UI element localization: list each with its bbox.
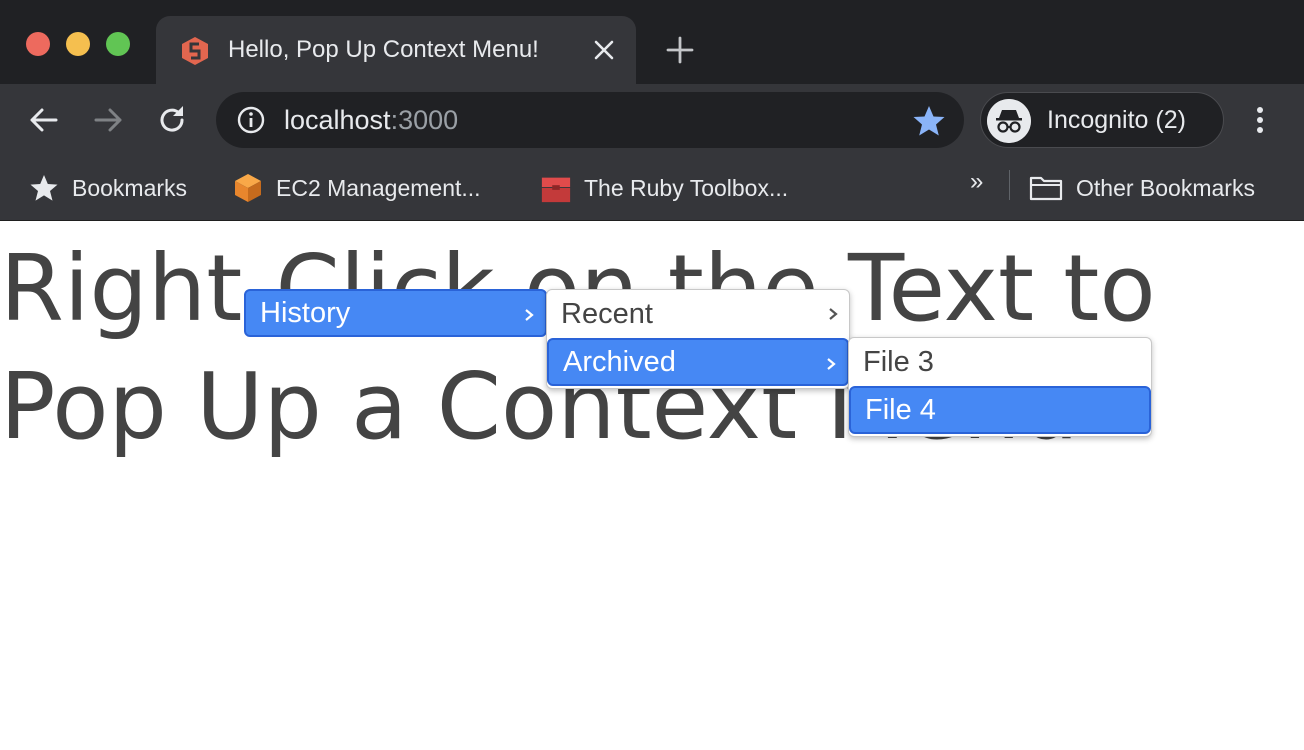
new-tab-plus-icon[interactable] [664, 34, 696, 66]
context-menu-level-2: Recent Archived [546, 289, 850, 389]
chevron-right-icon [525, 309, 534, 321]
incognito-profile-button[interactable]: Incognito (2) [980, 92, 1224, 148]
reload-icon[interactable] [154, 102, 190, 138]
more-menu-icon[interactable] [1244, 102, 1276, 138]
bookmark-item-ruby-toolbox[interactable]: The Ruby Toolbox... [540, 168, 788, 208]
menu-item-label: File 3 [863, 345, 934, 378]
browser-toolbar: localhost:3000 Incognito (2) [0, 84, 1304, 156]
bookmark-star-icon[interactable] [912, 104, 946, 138]
menu-item-label: History [260, 296, 351, 329]
window-minimize-button[interactable] [66, 32, 90, 56]
browser-tab-active[interactable]: Hello, Pop Up Context Menu! [156, 16, 636, 84]
back-arrow-icon[interactable] [26, 102, 62, 138]
menu-item-label: Archived [563, 345, 676, 378]
window-close-button[interactable] [26, 32, 50, 56]
url-port: :3000 [390, 105, 459, 135]
forward-arrow-icon[interactable] [90, 102, 126, 138]
address-url[interactable]: localhost:3000 [284, 105, 458, 136]
chevron-right-icon [827, 358, 836, 370]
tab-title: Hello, Pop Up Context Menu! [228, 36, 539, 63]
menu-item-recent[interactable]: Recent [547, 290, 849, 338]
menu-item-file-4[interactable]: File 4 [849, 386, 1151, 434]
bookmark-label: Other Bookmarks [1076, 174, 1255, 201]
bookmark-item-ec2[interactable]: EC2 Management... [232, 168, 481, 208]
context-menu-level-3: File 3 File 4 [848, 337, 1152, 437]
bookmark-label: The Ruby Toolbox... [584, 174, 789, 201]
address-bar[interactable]: localhost:3000 [216, 92, 964, 148]
menu-item-label: Recent [561, 297, 653, 330]
star-icon [30, 175, 58, 201]
browser-titlebar: Hello, Pop Up Context Menu! [0, 0, 1304, 84]
menu-item-archived[interactable]: Archived [547, 338, 849, 386]
bookmarks-bar: Bookmarks EC2 Management... The Ruby Too… [0, 156, 1304, 221]
bookmarks-overflow-button[interactable]: » [970, 168, 983, 196]
profile-label: Incognito (2) [1047, 106, 1186, 134]
incognito-avatar-icon [987, 99, 1031, 143]
context-menu-level-1: History [244, 289, 547, 340]
bookmark-item-bookmarks[interactable]: Bookmarks [28, 168, 187, 208]
bookmark-label: Bookmarks [72, 174, 188, 201]
aws-cube-icon [235, 174, 261, 202]
tab-close-icon[interactable] [592, 38, 616, 62]
bookmark-item-other[interactable]: Other Bookmarks [1028, 168, 1255, 208]
chevron-right-icon [829, 308, 838, 320]
window-maximize-button[interactable] [106, 32, 130, 56]
toolbox-icon [541, 177, 571, 203]
site-info-icon[interactable] [236, 105, 266, 135]
folder-icon [1029, 176, 1063, 201]
menu-item-history[interactable]: History [244, 289, 547, 337]
bookmarks-divider [1009, 170, 1010, 200]
url-host: localhost [284, 105, 391, 135]
menu-item-file-3[interactable]: File 3 [849, 338, 1151, 386]
bookmark-label: EC2 Management... [276, 174, 481, 201]
menu-item-label: File 4 [865, 393, 936, 426]
site-favicon-icon [182, 37, 208, 65]
